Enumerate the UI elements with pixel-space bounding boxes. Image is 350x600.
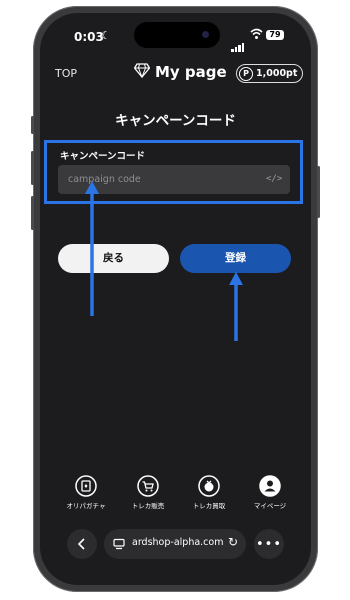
nav-label: トレカ買取 bbox=[192, 502, 226, 510]
back-nav-button[interactable] bbox=[67, 529, 97, 559]
nav-item-sale[interactable]: トレカ販売 bbox=[118, 475, 178, 510]
moon-icon: ☾ bbox=[101, 29, 111, 42]
signal-icon bbox=[231, 33, 245, 52]
user-icon bbox=[259, 475, 281, 497]
campaign-title: キャンペーンコード bbox=[115, 113, 236, 129]
campaign-code-label: キャンペーンコード bbox=[60, 151, 146, 162]
points-badge[interactable]: P 1,000pt bbox=[236, 64, 304, 83]
volume-down-button bbox=[31, 196, 34, 230]
browser-toolbar: ardshop-alpha.com ↻ ••• bbox=[40, 526, 311, 562]
diamond-icon bbox=[134, 63, 150, 78]
battery-icon: 79 bbox=[266, 30, 284, 40]
annotation-arrow-input bbox=[85, 181, 99, 316]
nav-label: マイページ bbox=[253, 502, 287, 510]
code-icon: </> bbox=[266, 174, 283, 184]
page-title-header: My page bbox=[155, 63, 227, 81]
mute-switch bbox=[31, 116, 34, 134]
points-icon: P bbox=[239, 66, 253, 81]
nav-item-mypage[interactable]: マイページ bbox=[240, 475, 300, 510]
nav-label: トレカ販売 bbox=[131, 502, 165, 510]
points-value: 1,000pt bbox=[256, 68, 298, 79]
back-button[interactable]: 戻る bbox=[58, 244, 169, 273]
volume-up-button bbox=[31, 151, 34, 185]
power-button bbox=[317, 166, 320, 218]
status-time: 0:03 bbox=[74, 30, 104, 44]
more-icon: ••• bbox=[255, 537, 282, 552]
nav-item-buyback[interactable]: トレカ買取 bbox=[179, 475, 239, 510]
tabs-icon bbox=[113, 538, 125, 550]
buyback-icon bbox=[198, 475, 220, 497]
chevron-left-icon bbox=[77, 538, 85, 550]
url-text: ardshop-alpha.com bbox=[132, 537, 224, 548]
more-button[interactable]: ••• bbox=[254, 529, 284, 559]
cart-icon bbox=[137, 475, 159, 497]
reload-icon[interactable]: ↻ bbox=[228, 535, 238, 549]
nav-item-oripa[interactable]: オリパガチャ bbox=[56, 475, 116, 510]
card-icon bbox=[75, 475, 97, 497]
wifi-icon bbox=[250, 28, 263, 39]
annotation-arrow-register bbox=[229, 272, 243, 341]
address-bar[interactable]: ardshop-alpha.com ↻ bbox=[104, 529, 246, 559]
nav-label: オリパガチャ bbox=[66, 502, 106, 510]
top-link[interactable]: TOP bbox=[55, 67, 77, 80]
bottom-nav: オリパガチャ トレカ販売 トレカ買取 マイページ bbox=[40, 475, 311, 515]
camera-icon bbox=[202, 31, 209, 38]
register-button[interactable]: 登録 bbox=[180, 244, 291, 273]
screen: 0:03 ☾ 79 TOP My page P 1,000pt キャンペーンコー… bbox=[40, 13, 311, 585]
